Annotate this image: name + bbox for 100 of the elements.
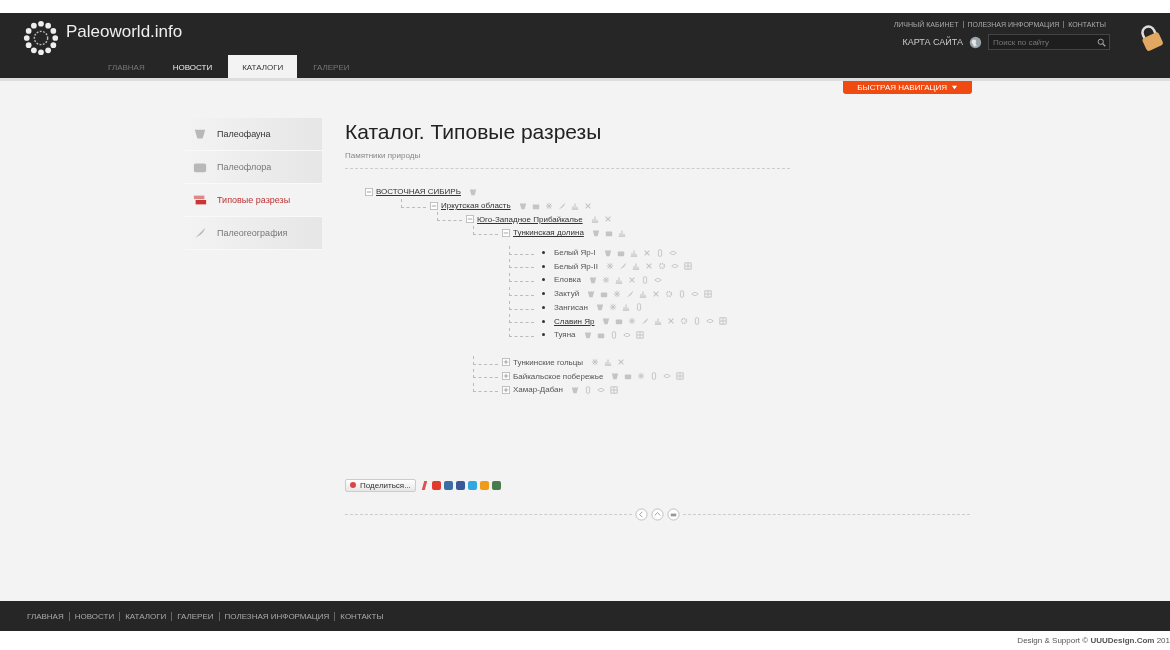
nav-tab[interactable]: ГАЛЕРЕИ [301,57,362,78]
sidebar-item[interactable]: Палеофлора [185,151,322,184]
expand-toggle[interactable] [502,358,510,367]
bookmark-icon[interactable] [421,480,428,490]
case-icon[interactable] [596,330,605,339]
social-icon[interactable] [431,480,441,490]
shell-icon[interactable] [587,289,596,298]
footer-link[interactable]: КОНТАКТЫ [334,611,389,621]
collapse-toggle[interactable] [365,187,373,196]
cross-icon[interactable] [627,275,636,284]
collapse-toggle[interactable] [466,215,474,224]
bars-icon[interactable] [614,275,623,284]
social-icon[interactable] [455,480,465,490]
grid-icon[interactable] [635,330,644,339]
bars-icon[interactable] [621,303,630,312]
quick-navigation-button[interactable]: БЫСТРАЯ НАВИГАЦИЯ [843,81,972,94]
tree-item[interactable]: ВОСТОЧНАЯ СИБИРЬ [376,187,461,197]
case-icon[interactable] [600,289,609,298]
grid-icon[interactable] [610,385,618,394]
feather-icon[interactable] [618,262,627,271]
phone-icon[interactable] [584,385,592,394]
nav-tab[interactable]: КАТАЛОГИ [228,55,298,78]
star-icon[interactable] [601,275,610,284]
bars-icon[interactable] [654,317,663,326]
eye-icon[interactable] [663,372,672,381]
footer-link[interactable]: ПОЛЕЗНАЯ ИНФОРМАЦИЯ [218,611,335,621]
gear-icon[interactable] [680,317,689,326]
shell-icon[interactable] [595,303,604,312]
cross-icon[interactable] [583,201,592,210]
collapse-toggle[interactable] [502,228,510,237]
feather-icon[interactable] [641,317,650,326]
shell-icon[interactable] [603,248,612,257]
cross-icon[interactable] [652,289,661,298]
star-icon[interactable] [605,262,614,271]
bars-icon[interactable] [639,289,648,298]
eye-icon[interactable] [622,330,631,339]
bars-icon[interactable] [629,248,638,257]
case-icon[interactable] [531,201,540,210]
shell-icon[interactable] [583,330,592,339]
shell-icon[interactable] [571,385,579,394]
phone-icon[interactable] [609,330,618,339]
tree-item[interactable]: Белый Яр-I [554,248,596,258]
tree-item[interactable]: Хамар-Дабан [513,385,563,395]
eye-icon[interactable] [691,289,700,298]
footer-link[interactable]: ГАЛЕРЕИ [171,611,219,621]
case-icon[interactable] [624,372,633,381]
tree-item[interactable]: Тункинская долина [513,228,584,238]
share-button[interactable]: Поделиться... [345,478,416,492]
gear-icon[interactable] [657,262,666,271]
expand-toggle[interactable] [502,385,510,394]
phone-icon[interactable] [693,317,702,326]
tree-item[interactable]: Туяна [554,330,576,340]
phone-icon[interactable] [650,372,659,381]
cross-icon[interactable] [617,358,626,367]
case-icon[interactable] [616,248,625,257]
case-icon[interactable] [604,228,613,237]
nav-tab[interactable]: НОВОСТИ [160,57,225,78]
eye-icon[interactable] [670,262,679,271]
tree-item[interactable]: Иркутская область [441,201,511,211]
cross-icon[interactable] [642,248,651,257]
footer-link[interactable]: ГЛАВНАЯ [22,611,69,621]
grid-icon[interactable] [676,372,685,381]
cross-icon[interactable] [644,262,653,271]
eye-icon[interactable] [706,317,715,326]
cross-icon[interactable] [667,317,676,326]
phone-icon[interactable] [655,248,664,257]
gear-icon[interactable] [665,289,674,298]
tree-item[interactable]: Еловка [554,275,581,285]
up-icon[interactable] [651,507,664,521]
footer-link[interactable]: КАТАЛОГИ [119,611,172,621]
star-icon[interactable] [613,289,622,298]
shell-icon[interactable] [468,187,477,196]
phone-icon[interactable] [678,289,687,298]
star-icon[interactable] [544,201,553,210]
bars-icon[interactable] [570,201,579,210]
tree-item[interactable]: Зактуй [554,289,580,299]
grid-icon[interactable] [704,289,713,298]
grid-icon[interactable] [683,262,692,271]
tree-item[interactable]: Тункинские гольцы [513,357,584,367]
tree-item[interactable]: Байкальское побережье [513,371,604,381]
bars-icon[interactable] [590,215,599,224]
bars-icon[interactable] [604,358,613,367]
collapse-toggle[interactable] [430,201,438,210]
back-icon[interactable] [635,507,648,521]
case-icon[interactable] [615,317,624,326]
phone-icon[interactable] [640,275,649,284]
star-icon[interactable] [591,358,600,367]
site-logo[interactable]: Paleoworld.info [66,22,362,42]
tree-item[interactable]: Юго-Западное Прибайкалье [477,214,583,224]
search-field[interactable]: Поиск по сайту [988,34,1110,50]
shell-icon[interactable] [591,228,600,237]
social-icon[interactable] [443,480,453,490]
feather-icon[interactable] [557,201,566,210]
eye-icon[interactable] [668,248,677,257]
feather-icon[interactable] [626,289,635,298]
sidebar-item[interactable]: Палеофауна [185,118,322,151]
star-icon[interactable] [608,303,617,312]
star-icon[interactable] [637,372,646,381]
footer-link[interactable]: НОВОСТИ [68,611,120,621]
expand-toggle[interactable] [502,372,510,381]
